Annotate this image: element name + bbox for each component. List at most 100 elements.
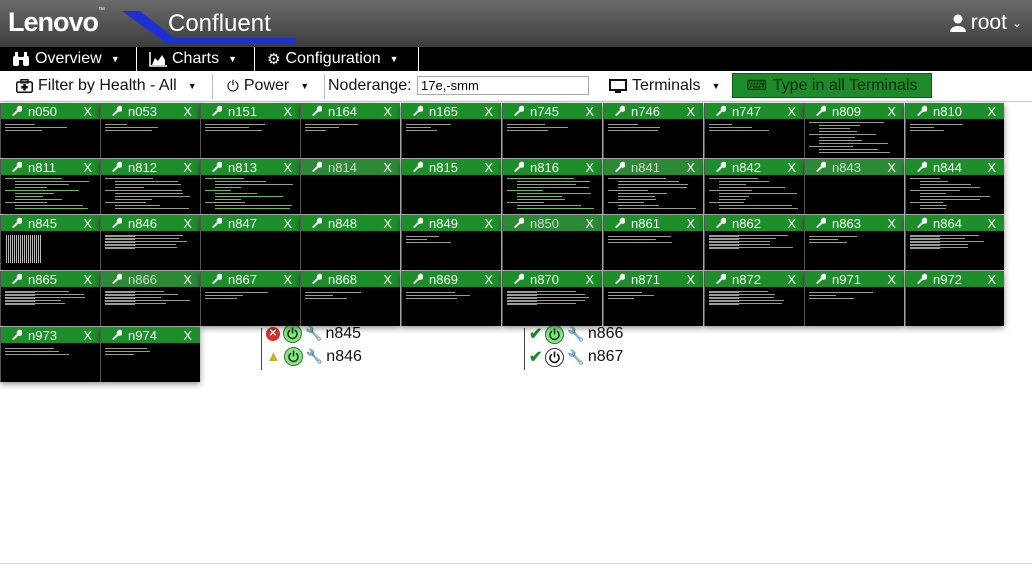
menu-charts[interactable]: Charts ▼ bbox=[137, 47, 255, 71]
close-terminal-button[interactable]: X bbox=[83, 104, 92, 119]
wrench-icon[interactable] bbox=[111, 328, 123, 343]
wrench-icon[interactable] bbox=[715, 104, 727, 119]
terminal-n746[interactable]: n746 X bbox=[603, 103, 703, 158]
terminal-screen[interactable] bbox=[906, 119, 1004, 158]
close-terminal-button[interactable]: X bbox=[283, 104, 292, 119]
close-terminal-button[interactable]: X bbox=[887, 160, 896, 175]
terminal-n809[interactable]: n809 X bbox=[804, 103, 904, 158]
wrench-icon[interactable] bbox=[311, 160, 323, 175]
close-terminal-button[interactable]: X bbox=[887, 104, 896, 119]
close-terminal-button[interactable]: X bbox=[887, 216, 896, 231]
close-terminal-button[interactable]: X bbox=[183, 104, 192, 119]
terminal-screen[interactable] bbox=[101, 343, 200, 382]
terminal-screen[interactable] bbox=[1, 287, 100, 326]
terminal-screen[interactable] bbox=[101, 119, 200, 158]
terminal-screen[interactable] bbox=[906, 175, 1004, 214]
wrench-icon[interactable] bbox=[815, 104, 827, 119]
close-terminal-button[interactable]: X bbox=[83, 160, 92, 175]
terminal-n842[interactable]: n842 X bbox=[704, 159, 804, 214]
terminal-n813[interactable]: n813 X bbox=[200, 159, 300, 214]
close-terminal-button[interactable]: X bbox=[484, 160, 493, 175]
wrench-icon[interactable] bbox=[916, 216, 928, 231]
power-on-icon[interactable] bbox=[545, 324, 565, 344]
terminal-n816[interactable]: n816 X bbox=[502, 159, 602, 214]
close-terminal-button[interactable]: X bbox=[383, 104, 392, 119]
terminal-n850[interactable]: n850 X bbox=[502, 215, 602, 270]
power-dropdown[interactable]: ⏻ Power ▼ bbox=[227, 71, 309, 101]
terminal-n863[interactable]: n863 X bbox=[804, 215, 904, 270]
terminal-screen[interactable] bbox=[301, 119, 400, 158]
terminal-screen[interactable] bbox=[101, 287, 200, 326]
terminal-n862[interactable]: n862 X bbox=[704, 215, 804, 270]
close-terminal-button[interactable]: X bbox=[83, 216, 92, 231]
type-in-all-terminals-button[interactable]: ⌨ Type in all Terminals bbox=[732, 73, 932, 98]
terminal-n871[interactable]: n871 X bbox=[603, 271, 703, 326]
terminal-screen[interactable] bbox=[402, 119, 501, 158]
close-terminal-button[interactable]: X bbox=[686, 216, 695, 231]
wrench-icon[interactable] bbox=[11, 216, 23, 231]
terminal-screen[interactable] bbox=[201, 231, 300, 270]
wrench-icon[interactable] bbox=[11, 104, 23, 119]
terminal-screen[interactable] bbox=[402, 287, 501, 326]
terminal-n815[interactable]: n815 X bbox=[401, 159, 501, 214]
close-terminal-button[interactable]: X bbox=[585, 272, 594, 287]
terminal-n844[interactable]: n844 X bbox=[905, 159, 1004, 214]
terminal-screen[interactable] bbox=[1, 343, 100, 382]
wrench-icon[interactable] bbox=[11, 328, 23, 343]
noderange-input[interactable] bbox=[417, 76, 589, 95]
node-row[interactable]: ✔ 🔧 n866 bbox=[529, 324, 623, 344]
terminal-screen[interactable] bbox=[906, 231, 1004, 270]
wrench-icon[interactable] bbox=[715, 216, 727, 231]
close-terminal-button[interactable]: X bbox=[183, 272, 192, 287]
terminal-screen[interactable] bbox=[805, 287, 904, 326]
close-terminal-button[interactable]: X bbox=[183, 328, 192, 343]
user-menu[interactable]: root ⌄ bbox=[949, 11, 1022, 35]
close-terminal-button[interactable]: X bbox=[686, 104, 695, 119]
wrench-icon[interactable] bbox=[513, 160, 525, 175]
wrench-icon[interactable] bbox=[715, 272, 727, 287]
close-terminal-button[interactable]: X bbox=[83, 328, 92, 343]
wrench-icon[interactable] bbox=[916, 104, 928, 119]
terminal-screen[interactable] bbox=[705, 287, 804, 326]
wrench-icon[interactable] bbox=[614, 104, 626, 119]
terminal-n869[interactable]: n869 X bbox=[401, 271, 501, 326]
wrench-icon[interactable] bbox=[111, 160, 123, 175]
terminal-n814[interactable]: n814 X bbox=[300, 159, 400, 214]
terminal-screen[interactable] bbox=[201, 287, 300, 326]
close-terminal-button[interactable]: X bbox=[283, 216, 292, 231]
wrench-icon[interactable] bbox=[815, 160, 827, 175]
terminal-screen[interactable] bbox=[503, 175, 602, 214]
terminal-screen[interactable] bbox=[101, 231, 200, 270]
terminal-n745[interactable]: n745 X bbox=[502, 103, 602, 158]
wrench-icon[interactable] bbox=[614, 216, 626, 231]
close-terminal-button[interactable]: X bbox=[183, 216, 192, 231]
close-terminal-button[interactable]: X bbox=[987, 160, 996, 175]
terminal-screen[interactable] bbox=[101, 175, 200, 214]
terminal-screen[interactable] bbox=[1, 119, 100, 158]
terminal-screen[interactable] bbox=[906, 287, 1004, 326]
close-terminal-button[interactable]: X bbox=[283, 272, 292, 287]
close-terminal-button[interactable]: X bbox=[787, 216, 796, 231]
wrench-icon[interactable] bbox=[111, 104, 123, 119]
node-row[interactable]: ▲ 🔧 n846 bbox=[266, 347, 362, 366]
close-terminal-button[interactable]: X bbox=[383, 216, 392, 231]
terminal-n747[interactable]: n747 X bbox=[704, 103, 804, 158]
terminal-n847[interactable]: n847 X bbox=[200, 215, 300, 270]
wrench-icon[interactable]: 🔧 bbox=[306, 348, 323, 365]
terminal-screen[interactable] bbox=[604, 287, 703, 326]
close-terminal-button[interactable]: X bbox=[83, 272, 92, 287]
wrench-icon[interactable] bbox=[11, 160, 23, 175]
wrench-icon[interactable] bbox=[311, 272, 323, 287]
terminal-n811[interactable]: n811 X bbox=[0, 159, 100, 214]
terminal-n849[interactable]: n849 X bbox=[401, 215, 501, 270]
wrench-icon[interactable] bbox=[211, 272, 223, 287]
wrench-icon[interactable] bbox=[311, 104, 323, 119]
wrench-icon[interactable] bbox=[815, 272, 827, 287]
close-terminal-button[interactable]: X bbox=[686, 272, 695, 287]
wrench-icon[interactable] bbox=[513, 216, 525, 231]
terminal-n812[interactable]: n812 X bbox=[100, 159, 200, 214]
close-terminal-button[interactable]: X bbox=[686, 160, 695, 175]
terminal-n864[interactable]: n864 X bbox=[905, 215, 1004, 270]
wrench-icon[interactable] bbox=[111, 272, 123, 287]
power-off-icon[interactable] bbox=[545, 347, 565, 367]
